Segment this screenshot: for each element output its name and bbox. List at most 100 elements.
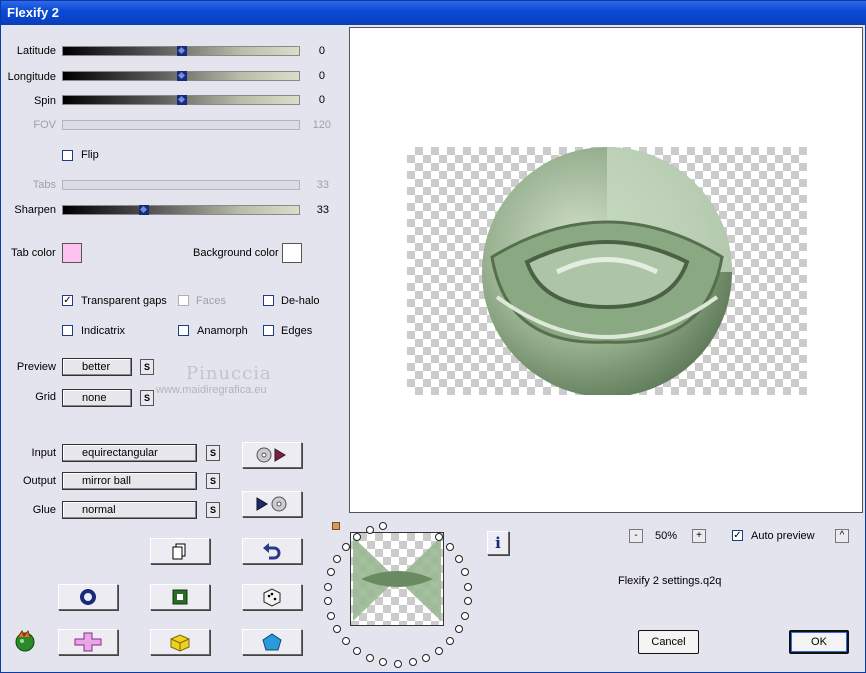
copy-button[interactable] bbox=[150, 538, 210, 564]
tabs-label: Tabs bbox=[32, 179, 56, 191]
navigator-dot[interactable] bbox=[446, 543, 455, 552]
edges-checkbox[interactable] bbox=[263, 325, 274, 336]
de-halo-checkbox[interactable] bbox=[263, 295, 274, 306]
navigator-dot[interactable] bbox=[327, 568, 336, 577]
info-button[interactable]: i bbox=[487, 531, 509, 555]
auto-preview-checkbox[interactable]: ✓ bbox=[732, 530, 743, 541]
navigator-dot[interactable] bbox=[463, 582, 472, 591]
navigator-dot[interactable] bbox=[333, 625, 342, 633]
tab-color-label: Tab color bbox=[11, 247, 56, 259]
save-output-button[interactable] bbox=[242, 491, 302, 517]
settings-filename: Flexify 2 settings.q2q bbox=[618, 575, 722, 587]
latitude-value: 0 bbox=[318, 45, 325, 57]
input-label: Input bbox=[31, 447, 56, 459]
tab-color-swatch[interactable] bbox=[62, 243, 82, 263]
undo-button[interactable] bbox=[242, 538, 302, 564]
glue-label: Glue bbox=[32, 504, 56, 516]
sharpen-slider-thumb[interactable] bbox=[139, 205, 149, 215]
tabs-slider bbox=[62, 180, 300, 190]
navigator-dot[interactable] bbox=[341, 636, 350, 645]
preview-quality-label: Preview bbox=[16, 361, 56, 373]
navigator-dot[interactable] bbox=[460, 568, 469, 577]
transparent-gaps-label: Transparent gaps bbox=[81, 295, 167, 307]
flexify-logo-icon bbox=[13, 629, 37, 653]
longitude-slider[interactable] bbox=[62, 71, 300, 81]
navigator-dot[interactable] bbox=[324, 597, 333, 606]
cross-button[interactable] bbox=[58, 629, 118, 655]
spin-value: 0 bbox=[318, 94, 325, 106]
sharpen-label: Sharpen bbox=[14, 204, 56, 216]
copy-icon bbox=[172, 543, 186, 560]
grid-s-button[interactable]: S bbox=[140, 390, 154, 406]
sharpen-slider[interactable] bbox=[62, 205, 300, 215]
ok-button[interactable]: OK bbox=[789, 630, 849, 654]
navigator-dot[interactable] bbox=[422, 653, 431, 662]
fov-value: 120 bbox=[312, 119, 331, 131]
latitude-label: Latitude bbox=[16, 45, 56, 57]
anamorph-checkbox[interactable] bbox=[178, 325, 189, 336]
mirror-ball-render bbox=[482, 147, 732, 395]
preview-canvas[interactable] bbox=[349, 27, 863, 513]
longitude-slider-thumb[interactable] bbox=[177, 71, 187, 81]
longitude-value: 0 bbox=[318, 70, 325, 82]
navigator-dot[interactable] bbox=[365, 526, 374, 535]
randomize-button[interactable] bbox=[242, 584, 302, 610]
transparent-gaps-checkbox[interactable]: ✓ bbox=[62, 295, 73, 306]
preview-quality-s-button[interactable]: S bbox=[140, 359, 154, 375]
background-color-label: Background color bbox=[193, 247, 279, 259]
glue-select[interactable]: normal bbox=[62, 501, 197, 519]
spin-slider[interactable] bbox=[62, 95, 300, 105]
ring-button[interactable] bbox=[58, 584, 118, 610]
navigator-dot[interactable] bbox=[379, 658, 388, 667]
auto-preview-toggle-button[interactable]: ^ bbox=[835, 529, 849, 543]
watermark-name: Pinuccia bbox=[186, 363, 272, 384]
navigator-dot[interactable] bbox=[446, 636, 455, 645]
navigator-dot[interactable] bbox=[327, 611, 336, 620]
indicatrix-checkbox[interactable] bbox=[62, 325, 73, 336]
navigator-dot[interactable] bbox=[324, 582, 333, 591]
auto-preview-label: Auto preview bbox=[751, 530, 815, 542]
spin-label: Spin bbox=[33, 95, 56, 107]
spin-slider-thumb[interactable] bbox=[177, 95, 187, 105]
fov-label: FOV bbox=[33, 119, 56, 131]
flip-checkbox[interactable] bbox=[62, 150, 73, 161]
cube-button[interactable] bbox=[150, 629, 210, 655]
latitude-slider-thumb[interactable] bbox=[177, 46, 187, 56]
navigator-dot[interactable] bbox=[460, 611, 469, 620]
tabs-value: 33 bbox=[316, 179, 329, 191]
navigator-dot[interactable] bbox=[408, 658, 417, 667]
navigator-dot[interactable] bbox=[352, 646, 361, 655]
navigator-dot[interactable] bbox=[341, 543, 350, 552]
square-icon bbox=[172, 589, 188, 605]
pentagon-button[interactable] bbox=[242, 629, 302, 655]
input-select[interactable]: equirectangular bbox=[62, 444, 197, 462]
output-s-button[interactable]: S bbox=[206, 473, 220, 489]
latitude-slider[interactable] bbox=[62, 46, 300, 56]
navigator-dot[interactable] bbox=[379, 521, 388, 530]
grid-select[interactable]: none bbox=[62, 389, 132, 407]
zoom-in-button[interactable]: + bbox=[692, 529, 706, 543]
navigator-dot[interactable] bbox=[435, 646, 444, 655]
load-input-button[interactable] bbox=[242, 442, 302, 468]
navigator-dot[interactable] bbox=[454, 625, 463, 633]
navigator-dot[interactable] bbox=[454, 555, 463, 563]
navigator-handle[interactable] bbox=[332, 522, 340, 530]
title-bar: Flexify 2 bbox=[1, 1, 866, 25]
dice-icon bbox=[263, 588, 281, 607]
cd-play-icon bbox=[256, 447, 286, 463]
cross-icon bbox=[74, 632, 102, 652]
input-s-button[interactable]: S bbox=[206, 445, 220, 461]
output-select[interactable]: mirror ball bbox=[62, 472, 197, 490]
square-button[interactable] bbox=[150, 584, 210, 610]
faces-checkbox bbox=[178, 295, 189, 306]
navigator-dot[interactable] bbox=[394, 660, 402, 668]
navigator-dot[interactable] bbox=[463, 597, 472, 606]
navigator-dot[interactable] bbox=[333, 555, 342, 563]
cancel-button[interactable]: Cancel bbox=[638, 630, 699, 654]
glue-s-button[interactable]: S bbox=[206, 502, 220, 518]
navigator-thumbnail[interactable] bbox=[350, 532, 444, 626]
background-color-swatch[interactable] bbox=[282, 243, 302, 263]
zoom-out-button[interactable]: - bbox=[629, 529, 643, 543]
preview-quality-select[interactable]: better bbox=[62, 358, 132, 376]
navigator-dot[interactable] bbox=[365, 653, 374, 662]
